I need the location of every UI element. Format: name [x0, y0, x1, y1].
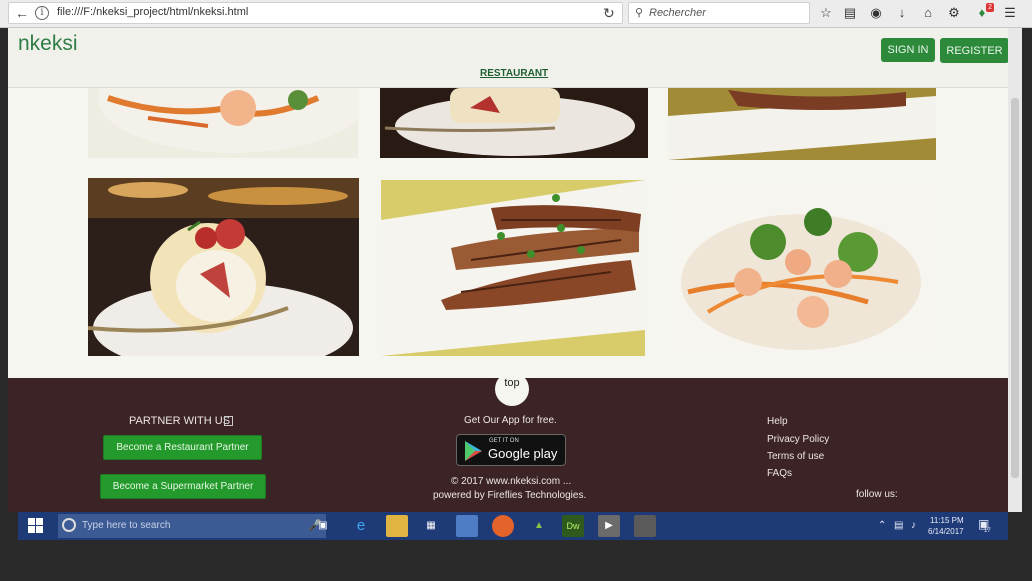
shrimp-salad-image: [668, 182, 934, 356]
edge-icon[interactable]: e: [350, 515, 372, 537]
app-heading: Get Our App for free.: [464, 415, 557, 426]
addon-icon[interactable]: ♦ 2: [974, 3, 994, 21]
gallery-tile-shrimp-top[interactable]: [88, 88, 358, 158]
url-text[interactable]: file:///F:/nkeksi_project/html/nkeksi.ht…: [57, 6, 248, 18]
shrimp-salad-image-top: [88, 88, 358, 158]
pocket-icon[interactable]: ◉: [868, 5, 884, 21]
restaurant-partner-button[interactable]: Become a Restaurant Partner: [103, 435, 262, 460]
store-icon[interactable]: ▦: [420, 515, 442, 537]
network-icon[interactable]: ▤: [894, 520, 903, 531]
menu-icon[interactable]: ☰: [1002, 5, 1018, 21]
search-icon: ⚲: [635, 7, 644, 19]
footer-link-faqs[interactable]: FAQs: [767, 468, 792, 479]
gallery-tile-cake-top[interactable]: [380, 88, 648, 158]
download-icon[interactable]: ↓: [894, 5, 910, 21]
partner-icon: [224, 416, 233, 426]
follow-us-text: follow us:: [856, 489, 898, 500]
gallery-tile-cake-roll[interactable]: [88, 178, 359, 356]
scrollbar-thumb[interactable]: [1011, 98, 1019, 478]
powered-by-text: powered by Fireflies Technologies.: [433, 490, 587, 501]
tray-expand-icon[interactable]: ⌃: [878, 520, 886, 531]
clock-time[interactable]: 11:15 PM: [930, 516, 964, 525]
cortana-icon: [62, 518, 76, 532]
gallery-tile-grilled-chicken[interactable]: [381, 180, 645, 356]
google-play-small-text: GET IT ON: [489, 438, 519, 444]
sign-in-button[interactable]: SIGN IN: [881, 38, 935, 62]
pinned-app-icon[interactable]: [456, 515, 478, 537]
screen: ← i file:///F:/nkeksi_project/html/nkeks…: [0, 0, 1032, 581]
reading-list-icon[interactable]: ▤: [842, 5, 858, 21]
gallery-tile-shrimp-salad[interactable]: [668, 182, 934, 356]
browser-search-placeholder: Rechercher: [649, 7, 706, 19]
google-play-badge[interactable]: GET IT ON Google play: [456, 434, 566, 466]
reload-icon[interactable]: ↻: [603, 5, 615, 22]
gallery-tile-chicken-top[interactable]: [668, 88, 936, 160]
browser-toolbar: ← i file:///F:/nkeksi_project/html/nkeks…: [0, 0, 1032, 28]
info-icon[interactable]: i: [35, 6, 49, 20]
extension-icon[interactable]: ⚙: [946, 5, 962, 21]
google-play-text: Google play: [488, 446, 558, 461]
dreamweaver-icon[interactable]: Dw: [562, 515, 584, 537]
web-page: nkeksi SIGN IN REGISTER RESTAURANT top P…: [8, 28, 1008, 512]
windows-start-icon[interactable]: [28, 518, 44, 534]
grilled-chicken-image-top: [668, 88, 936, 160]
grilled-chicken-image: [381, 180, 645, 356]
browser-search-field[interactable]: ⚲ Rechercher: [628, 2, 810, 24]
partner-heading: PARTNER WITH US: [129, 415, 231, 427]
nav-restaurant-link[interactable]: RESTAURANT: [480, 68, 548, 79]
volume-icon[interactable]: ♪: [911, 520, 916, 531]
cake-roll-image: [88, 178, 359, 356]
clock-date[interactable]: 6/14/2017: [928, 527, 964, 536]
back-to-top-label[interactable]: top: [504, 377, 519, 389]
footer-link-help[interactable]: Help: [767, 416, 788, 427]
google-play-icon: [465, 441, 482, 461]
task-view-icon[interactable]: ▣: [312, 515, 334, 537]
footer-link-terms[interactable]: Terms of use: [767, 451, 824, 462]
supermarket-partner-button[interactable]: Become a Supermarket Partner: [100, 474, 266, 499]
taskbar-search-placeholder: Type here to search: [82, 520, 171, 531]
register-button[interactable]: REGISTER: [940, 38, 1008, 63]
site-logo[interactable]: nkeksi: [18, 32, 78, 56]
addon-badge: 2: [986, 3, 994, 12]
pinned-window-icon[interactable]: [634, 515, 656, 537]
action-center-count: 17: [984, 528, 991, 534]
back-arrow-icon[interactable]: ←: [13, 4, 31, 22]
taskbar-search-box[interactable]: Type here to search 🎤: [58, 514, 326, 538]
copyright-text: © 2017 www.nkeksi.com ...: [451, 476, 572, 487]
media-player-icon[interactable]: ▶: [598, 515, 620, 537]
site-header: nkeksi SIGN IN REGISTER RESTAURANT: [8, 28, 1008, 88]
footer-link-privacy[interactable]: Privacy Policy: [767, 434, 829, 445]
file-explorer-icon[interactable]: [386, 515, 408, 537]
home-icon[interactable]: ⌂: [920, 5, 936, 21]
firefox-icon[interactable]: [492, 515, 514, 537]
page-scrollbar[interactable]: [1008, 28, 1022, 512]
cake-roll-image-top: [380, 88, 648, 158]
url-bar[interactable]: ← i file:///F:/nkeksi_project/html/nkeks…: [8, 2, 623, 24]
back-to-top-button[interactable]: top: [495, 372, 529, 406]
windows-taskbar: Type here to search 🎤 ▣ e ▦ ▲ Dw ▶ ⌃ ▤ ♪…: [18, 512, 1008, 540]
bookmark-star-icon[interactable]: ☆: [818, 5, 834, 21]
bluestacks-icon[interactable]: ▲: [528, 515, 550, 537]
